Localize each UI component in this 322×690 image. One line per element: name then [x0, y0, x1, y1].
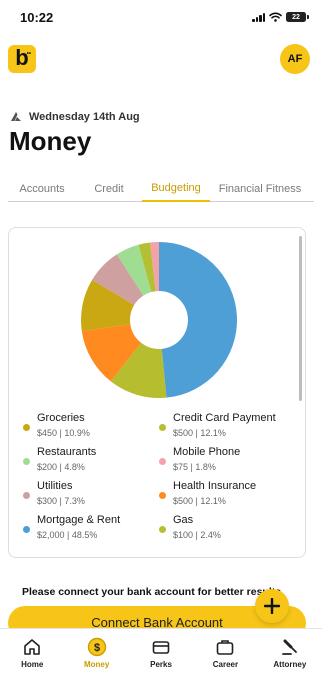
connect-bank-message: Please connect your bank account for bet…: [22, 586, 282, 598]
legend-label: Credit Card Payment: [173, 412, 276, 424]
nav-career[interactable]: Career: [193, 629, 257, 690]
legend-label: Utilities: [37, 480, 73, 492]
nav-label: Attorney: [273, 660, 307, 669]
status-bar: 10:22 22: [0, 0, 322, 34]
nav-money[interactable]: $ Money: [64, 629, 128, 690]
legend-value: $300 | 7.3%: [37, 496, 85, 506]
legend-swatch: [159, 424, 166, 431]
weather-icon: [11, 112, 21, 121]
legend-value: $500 | 12.1%: [173, 496, 226, 506]
logo-letter: b: [15, 44, 29, 70]
legend-label: Gas: [173, 514, 194, 526]
plus-icon: [264, 598, 280, 614]
page-title: Money: [9, 126, 92, 156]
legend-value: $75 | 1.8%: [173, 462, 216, 472]
add-button[interactable]: [255, 589, 289, 623]
nav-attorney[interactable]: Attorney: [258, 629, 322, 690]
status-icons: 22: [252, 12, 309, 22]
tab-credit[interactable]: Credit: [76, 176, 142, 202]
legend-label: Restaurants: [37, 446, 97, 458]
pie-slice-mortgage-rent[interactable]: [159, 242, 237, 398]
date-row: Wednesday 14th Aug: [9, 111, 140, 123]
legend-label: Groceries: [37, 412, 85, 424]
bottom-nav: Home $ Money Perks Career Attorney: [0, 628, 322, 690]
legend-swatch: [159, 492, 166, 499]
legend-value: $2,000 | 48.5%: [37, 530, 98, 540]
tab-financial-fitness[interactable]: Financial Fitness: [210, 176, 310, 202]
legend-value: $100 | 2.4%: [173, 530, 221, 540]
budget-chart-card: Groceries $450 | 10.9% Credit Card Payment…: [8, 227, 306, 558]
legend-label: Mobile Phone: [173, 446, 241, 458]
status-time: 10:22: [20, 9, 54, 25]
nav-label: Career: [212, 660, 239, 669]
budget-donut-chart: [81, 242, 237, 398]
career-icon: [215, 637, 235, 657]
legend-value: $200 | 4.8%: [37, 462, 85, 472]
money-tabs: Accounts Credit Budgeting Financial Fitn…: [8, 176, 314, 202]
nav-label: Money: [83, 660, 110, 669]
logo-dots-icon: ••: [26, 51, 31, 57]
battery-icon: 22: [286, 12, 309, 22]
legend-label: Mortgage & Rent: [37, 514, 121, 526]
app-logo[interactable]: b ••: [8, 45, 36, 73]
attorney-icon: [280, 637, 300, 657]
money-screen: 10:22 22 b •• AF Wednesday 14th Aug Mone…: [0, 0, 322, 690]
legend-swatch: [23, 492, 30, 499]
avatar[interactable]: AF: [280, 44, 310, 74]
svg-text:$: $: [94, 642, 100, 654]
legend-swatch: [159, 458, 166, 465]
legend-swatch: [23, 424, 30, 431]
legend-label: Health Insurance: [173, 480, 257, 492]
nav-label: Perks: [150, 660, 172, 669]
nav-home[interactable]: Home: [0, 629, 64, 690]
nav-perks[interactable]: Perks: [129, 629, 193, 690]
home-icon: [22, 637, 42, 657]
legend-swatch: [23, 526, 30, 533]
money-icon: $: [87, 637, 107, 657]
perks-icon: [151, 637, 171, 657]
legend-value: $500 | 12.1%: [173, 428, 226, 438]
wifi-icon: [269, 12, 282, 22]
current-date: Wednesday 14th Aug: [29, 111, 140, 123]
legend-swatch: [23, 458, 30, 465]
tab-budgeting[interactable]: Budgeting: [142, 176, 210, 202]
nav-label: Home: [21, 660, 44, 669]
card-scrollbar[interactable]: [299, 236, 302, 401]
legend-value: $450 | 10.9%: [37, 428, 90, 438]
tab-accounts[interactable]: Accounts: [8, 176, 76, 202]
legend-swatch: [159, 526, 166, 533]
signal-icon: [252, 12, 265, 22]
